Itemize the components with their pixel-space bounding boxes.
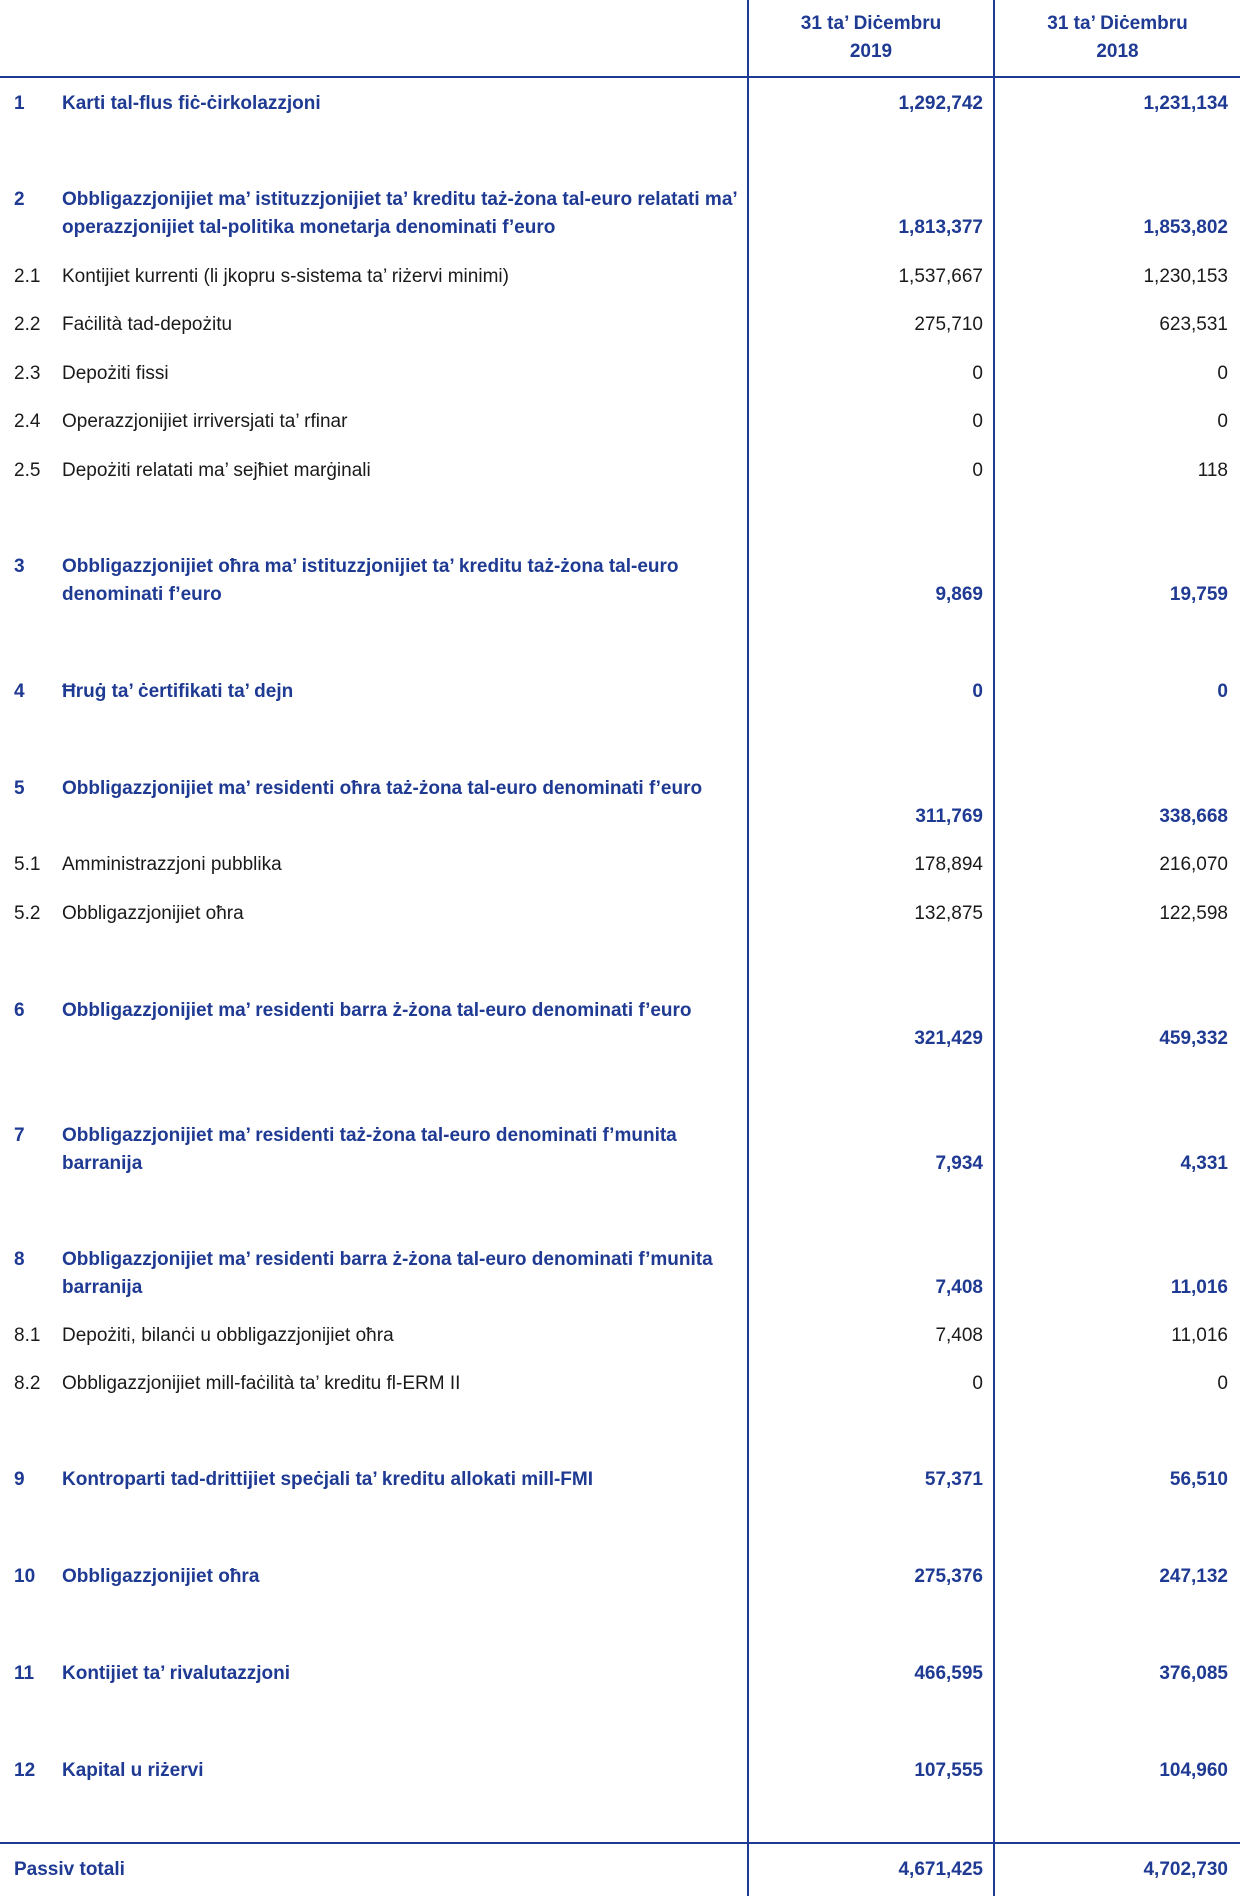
row-label: Obbligazzjonijiet ma’ residenti barra ż-…: [62, 1249, 713, 1298]
row-value-2019: 321,429: [914, 1028, 983, 1049]
row-value-2019: 7,408: [935, 1277, 983, 1298]
column-header-2018: 31 ta’ Diċembru 2018: [995, 10, 1240, 66]
row-value-2018: 19,759: [1169, 584, 1228, 605]
row-value-2018: 0: [1217, 411, 1228, 432]
row-value-2018: 459,332: [1159, 1028, 1228, 1049]
row-value-2018: 623,531: [1159, 314, 1228, 335]
row-label: Karti tal-flus fiċ-ċirkolazzjoni: [62, 93, 321, 114]
column-header-2019-date: 31 ta’ Diċembru: [800, 13, 942, 34]
row-label: Obbligazzjonijiet ma’ istituzzjonijiet t…: [62, 189, 737, 238]
row-label: Kontijiet kurrenti (li jkopru s-sistema …: [62, 266, 509, 287]
row-label: Depożiti relatati ma’ sejħiet marġinali: [62, 460, 371, 481]
row-value-2019: 1,813,377: [898, 217, 983, 238]
row-number: 3: [14, 556, 25, 577]
row-number: 12: [14, 1760, 36, 1781]
row-label: Obbligazzjonijiet oħra: [62, 903, 244, 924]
row-value-2018: 4,331: [1180, 1153, 1228, 1174]
row-value-2018: 247,132: [1159, 1566, 1228, 1587]
row-number: 8: [14, 1249, 25, 1270]
row-value-2019: 311,769: [915, 806, 983, 827]
column-header-2019: 31 ta’ Diċembru 2019: [749, 10, 993, 66]
row-value-2019: 275,710: [914, 314, 983, 335]
row-number: 9: [14, 1469, 25, 1490]
total-top-rule: [0, 1842, 1240, 1844]
row-number: 5.2: [14, 903, 41, 924]
total-label: Passiv totali: [14, 1859, 125, 1880]
column-header-2018-year: 2018: [1096, 41, 1139, 62]
row-number: 10: [14, 1566, 36, 1587]
row-value-2019: 0: [972, 681, 983, 702]
row-value-2018: 122,598: [1159, 903, 1228, 924]
row-label: Obbligazzjonijiet mill-faċilità ta’ kred…: [62, 1373, 461, 1394]
row-number: 2.4: [14, 411, 41, 432]
row-value-2018: 216,070: [1159, 854, 1228, 875]
row-label: Obbligazzjonijiet ma’ residenti oħra taż…: [62, 778, 703, 799]
row-label: Depożiti, bilanċi u obbligazzjonijiet oħ…: [62, 1325, 394, 1346]
row-label: Obbligazzjonijiet ma’ residenti taż-żona…: [62, 1125, 677, 1174]
row-label: Ħruġ ta’ ċertifikati ta’ dejn: [62, 681, 294, 702]
row-value-2019: 178,894: [914, 854, 983, 875]
row-label: Operazzjonijiet irriversjati ta’ rfinar: [62, 411, 348, 432]
row-value-2018: 56,510: [1169, 1469, 1228, 1490]
row-label: Obbligazzjonijiet oħra ma’ istituzzjonij…: [62, 556, 679, 605]
row-label: Kapital u riżervi: [62, 1760, 204, 1781]
row-label: Kontroparti tad-drittijiet speċjali ta’ …: [62, 1469, 594, 1490]
row-value-2018: 0: [1217, 681, 1228, 702]
row-label: Kontijiet ta’ rivalutazzjoni: [62, 1663, 291, 1684]
row-value-2018: 338,668: [1159, 806, 1228, 827]
balance-sheet-liabilities-table: 31 ta’ Diċembru 2019 31 ta’ Diċembru 201…: [0, 0, 1240, 1896]
row-value-2019: 0: [972, 1373, 983, 1394]
column-header-2018-date: 31 ta’ Diċembru: [1047, 13, 1188, 34]
row-number: 2.3: [14, 363, 41, 384]
row-value-2019: 57,371: [924, 1469, 983, 1490]
row-value-2019: 7,934: [935, 1153, 983, 1174]
row-value-2019: 275,376: [914, 1566, 983, 1587]
row-value-2018: 1,231,134: [1143, 93, 1228, 114]
row-value-2018: 11,016: [1170, 1277, 1228, 1298]
row-value-2018: 0: [1217, 1373, 1228, 1394]
row-label: Amministrazzjoni pubblika: [62, 854, 282, 875]
row-value-2018: 1,230,153: [1143, 266, 1228, 287]
row-number: 1: [14, 93, 25, 114]
total-value-2019: 4,671,425: [898, 1859, 983, 1880]
header-bottom-rule: [0, 76, 1240, 78]
row-value-2019: 0: [972, 363, 983, 384]
row-value-2018: 0: [1217, 363, 1228, 384]
row-value-2019: 466,595: [914, 1663, 983, 1684]
column-header-2019-year: 2019: [849, 41, 893, 62]
column-divider-2018: [993, 0, 995, 1896]
row-value-2019: 1,537,667: [898, 266, 983, 287]
row-label: Depożiti fissi: [62, 363, 169, 384]
row-value-2018: 118: [1197, 460, 1228, 481]
row-value-2019: 9,869: [935, 584, 983, 605]
row-number: 2.1: [14, 266, 41, 287]
row-value-2018: 11,016: [1171, 1325, 1228, 1346]
row-label: Obbligazzjonijiet ma’ residenti barra ż-…: [62, 1000, 692, 1021]
row-number: 5: [14, 778, 25, 799]
row-number: 6: [14, 1000, 25, 1021]
row-number: 7: [14, 1125, 25, 1146]
total-value-2018: 4,702,730: [1143, 1859, 1228, 1880]
row-number: 8.2: [14, 1373, 41, 1394]
row-number: 2: [14, 189, 25, 210]
row-value-2018: 104,960: [1159, 1760, 1228, 1781]
row-label: Faċilità tad-depożitu: [62, 314, 233, 335]
row-number: 2.2: [14, 314, 41, 335]
row-value-2019: 1,292,742: [898, 93, 983, 114]
row-label: Obbligazzjonijiet oħra: [62, 1566, 260, 1587]
row-value-2019: 132,875: [914, 903, 983, 924]
row-value-2019: 0: [972, 460, 983, 481]
row-value-2019: 107,555: [914, 1760, 983, 1781]
row-number: 5.1: [14, 854, 41, 875]
row-number: 4: [14, 681, 25, 702]
row-value-2019: 7,408: [935, 1325, 983, 1346]
row-value-2018: 1,853,802: [1143, 217, 1228, 238]
row-value-2019: 0: [972, 411, 983, 432]
row-number: 11: [14, 1663, 35, 1684]
row-value-2018: 376,085: [1159, 1663, 1228, 1684]
row-number: 8.1: [14, 1325, 41, 1346]
row-number: 2.5: [14, 460, 41, 481]
